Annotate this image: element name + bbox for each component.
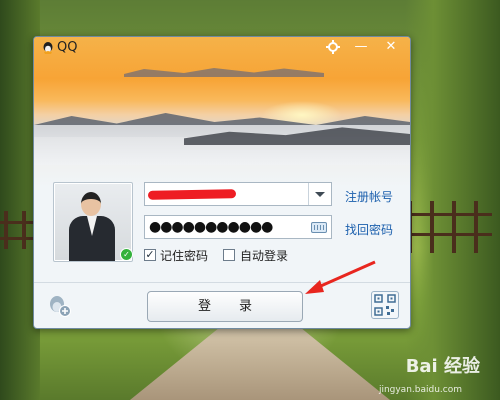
sunset-banner [34,37,410,187]
settings-button[interactable] [322,38,344,56]
fence-right [404,201,492,255]
watermark-url: jingyan.baidu.com [378,385,462,395]
close-icon: ✕ [385,39,397,54]
password-field[interactable]: ●●●●●●●●●●● [144,215,332,239]
remember-password-checkbox[interactable]: ✓ [144,249,156,261]
close-button[interactable]: ✕ [380,38,402,56]
dirt-path [130,320,390,400]
minimize-button[interactable]: — [350,38,372,56]
account-field[interactable] [144,182,332,206]
title-bar: QQ — ✕ [34,37,410,59]
minimize-icon: — [354,39,368,54]
recover-password-link[interactable]: 找回密码 [345,221,393,238]
trees-right [405,0,500,400]
login-button[interactable]: 登录 [147,291,303,322]
qq-penguin-icon [43,42,53,54]
account-dropdown-button[interactable] [308,183,331,205]
online-status-icon: ✓ [120,248,133,261]
auto-login-label[interactable]: 自动登录 [240,247,288,264]
remember-password-label[interactable]: 记住密码 [160,247,208,264]
add-account-icon[interactable] [46,294,72,318]
auto-login-checkbox[interactable] [223,249,235,261]
register-account-link[interactable]: 注册帐号 [345,188,393,205]
redaction-mark [147,189,237,200]
annotation-arrow [305,260,376,294]
baidu-watermark: Bai 经验 [405,356,480,377]
password-value[interactable]: ●●●●●●●●●●● [149,220,273,234]
checkmark-icon: ✓ [145,248,155,261]
gear-icon [326,40,340,54]
chevron-down-icon [315,192,325,197]
soft-keyboard-icon[interactable] [311,222,327,233]
avatar-photo [55,184,131,261]
window-title: QQ [57,40,78,55]
